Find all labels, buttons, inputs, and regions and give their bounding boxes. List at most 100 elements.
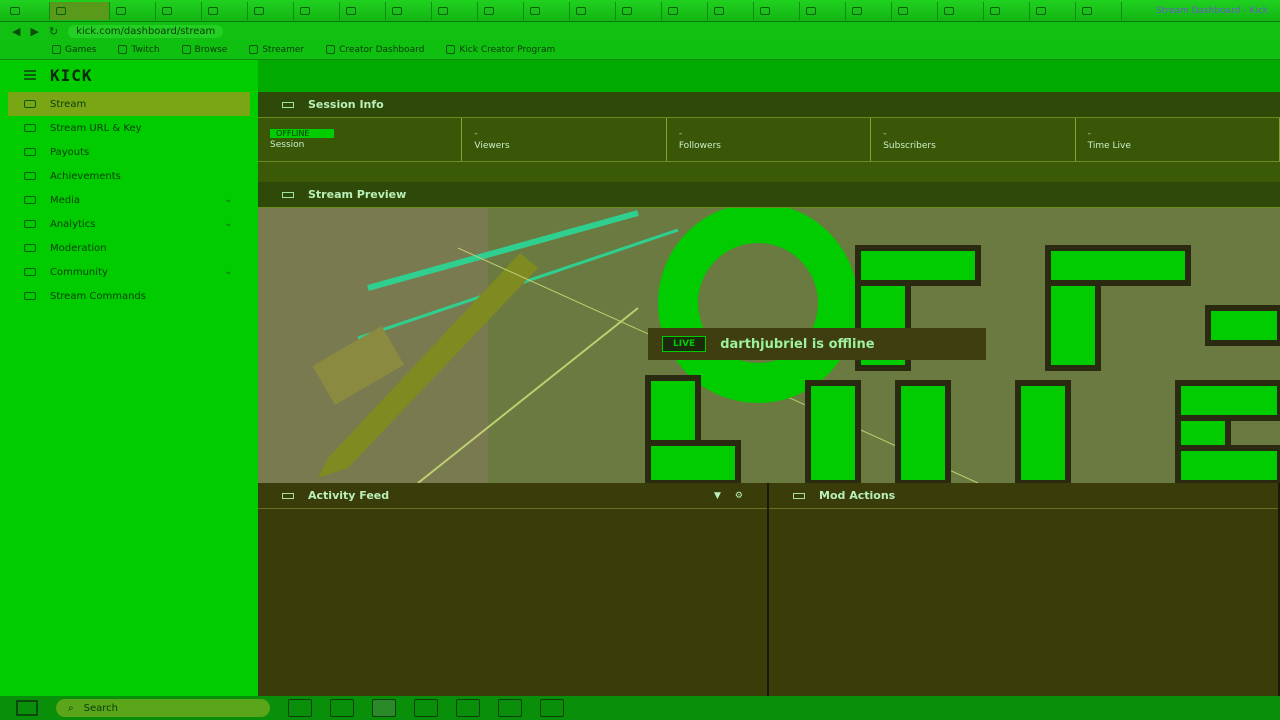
bookmarks-bar: Games Twitch Browse Streamer Creator Dashboa… (0, 40, 1280, 60)
tab-favicon-icon (852, 6, 862, 15)
sidebar-item-achievements[interactable]: Achievements (0, 164, 258, 188)
session-stat-label: Session (270, 140, 305, 150)
browser-tab[interactable] (248, 1, 294, 20)
refresh-icon[interactable]: ↻ (49, 25, 58, 38)
browser-tab[interactable] (50, 1, 110, 20)
browser-tab[interactable] (754, 1, 800, 20)
session-stat-label: Viewers (474, 140, 510, 151)
activity-feed-controls: ▼ ⚙ (714, 491, 743, 501)
session-stat-value: - (678, 128, 683, 139)
sidebar-item-stream-url-key[interactable]: Stream URL & Key (0, 116, 258, 140)
activity-icon (282, 492, 294, 499)
browser-tab[interactable] (478, 1, 524, 20)
offline-text: darthjubriel is offline (720, 336, 875, 352)
tab-favicon-icon (622, 6, 632, 15)
taskbar-app-store[interactable] (498, 699, 522, 717)
browser-tab[interactable] (846, 1, 892, 20)
tab-favicon-icon (484, 6, 494, 15)
browser-tab[interactable] (524, 1, 570, 20)
forward-icon[interactable]: ▶ (30, 25, 38, 38)
browser-tab[interactable] (570, 1, 616, 20)
sidebar-item-label: Moderation (50, 242, 107, 254)
session-info-row: OFFLINE Session - Viewers - Followers - Subscri… (258, 118, 1280, 162)
menu-icon[interactable] (24, 74, 36, 76)
browser-tab[interactable] (892, 1, 938, 20)
tab-favicon-icon (254, 6, 264, 15)
bookmark-item[interactable]: Creator Dashboard (326, 45, 424, 55)
taskbar-app-settings[interactable] (456, 699, 480, 717)
bookmark-item[interactable]: Games (52, 45, 96, 55)
browser-tab[interactable] (202, 1, 248, 20)
activity-feed-header: Activity Feed ▼ ⚙ (258, 483, 767, 509)
video-icon (282, 191, 294, 198)
browser-tab[interactable] (984, 1, 1030, 20)
main-content: Session Info OFFLINE Session - Viewers - Foll… (258, 92, 1280, 696)
session-stat: - Subscribers (871, 118, 1076, 161)
url-field[interactable]: kick.com/dashboard/stream (68, 24, 224, 38)
mod-actions-title: Mod Actions (819, 489, 896, 502)
session-stat: - Followers (667, 118, 872, 161)
taskbar-app-mail[interactable] (330, 699, 354, 717)
browser-tab[interactable] (4, 1, 50, 20)
session-info-header: Session Info (258, 92, 1280, 118)
chevron-down-icon: ⌄ (224, 267, 232, 277)
bookmark-item[interactable]: Kick Creator Program (446, 45, 555, 55)
chevron-down-icon: ⌄ (224, 195, 232, 205)
bookmark-item[interactable]: Browse (181, 45, 227, 55)
browser-tab[interactable] (294, 1, 340, 20)
taskbar-app-tools[interactable] (540, 699, 564, 717)
search-icon: ⌕ (68, 702, 74, 714)
start-button[interactable] (16, 700, 38, 716)
tab-favicon-icon (1036, 6, 1046, 15)
bookmark-label: Creator Dashboard (339, 44, 425, 55)
kick-logo[interactable]: KICK (50, 66, 93, 85)
browser-tab[interactable] (1030, 1, 1076, 20)
sidebar-item-media[interactable]: Media ⌄ (0, 188, 258, 212)
tab-favicon-icon (990, 6, 1000, 15)
browser-tab[interactable] (340, 1, 386, 20)
tab-favicon-icon (530, 6, 540, 15)
os-taskbar: ⌕ Search (0, 696, 1280, 720)
sidebar-item-label: Media (50, 194, 81, 206)
sidebar-item-label: Stream Commands (50, 290, 146, 302)
session-stat-value: - (474, 128, 478, 139)
sidebar-item-payouts[interactable]: Payouts (0, 140, 258, 164)
browser-tab[interactable] (156, 1, 202, 20)
tab-favicon-icon (116, 6, 126, 15)
browser-tab[interactable] (708, 1, 754, 20)
bookmark-item[interactable]: Streamer (249, 45, 304, 55)
sidebar-item-stream-commands[interactable]: Stream Commands (0, 284, 258, 308)
sidebar-item-label: Stream (50, 98, 87, 110)
tab-favicon-icon (300, 6, 310, 15)
tab-favicon-icon (162, 6, 172, 15)
browser-tab[interactable] (432, 1, 478, 20)
window-title: Stream Dashboard - Kick (1156, 5, 1268, 16)
browser-tab[interactable] (616, 1, 662, 20)
tab-favicon-icon (208, 6, 218, 15)
browser-tab[interactable] (1076, 1, 1122, 20)
sidebar-item-stream[interactable]: Stream (8, 92, 250, 116)
bookmark-item[interactable]: Twitch (118, 45, 160, 55)
session-stat-label: Time Live (1087, 140, 1131, 151)
bookmark-icon (181, 45, 191, 54)
nav-icon (24, 124, 36, 132)
taskbar-app-edge[interactable] (414, 699, 438, 717)
browser-tab-strip: Stream Dashboard - Kick (0, 0, 1280, 22)
nav-icon (24, 196, 36, 204)
taskbar-search[interactable]: ⌕ Search (56, 699, 270, 717)
stream-preview-header: Stream Preview (258, 182, 1280, 208)
browser-tab[interactable] (386, 1, 432, 20)
back-icon[interactable]: ◀ (12, 25, 20, 38)
browser-tab[interactable] (110, 1, 156, 20)
browser-tab[interactable] (938, 1, 984, 20)
sidebar-item-analytics[interactable]: Analytics ⌄ (0, 212, 258, 236)
taskbar-app-files[interactable] (288, 699, 312, 717)
filter-icon[interactable]: ▼ (714, 491, 721, 501)
sidebar-item-community[interactable]: Community ⌄ (0, 260, 258, 284)
settings-icon[interactable]: ⚙ (735, 491, 743, 501)
browser-tab[interactable] (800, 1, 846, 20)
browser-tab[interactable] (662, 1, 708, 20)
sidebar-item-moderation[interactable]: Moderation (0, 236, 258, 260)
taskbar-app-browser[interactable] (372, 699, 396, 717)
tab-favicon-icon (10, 6, 20, 15)
